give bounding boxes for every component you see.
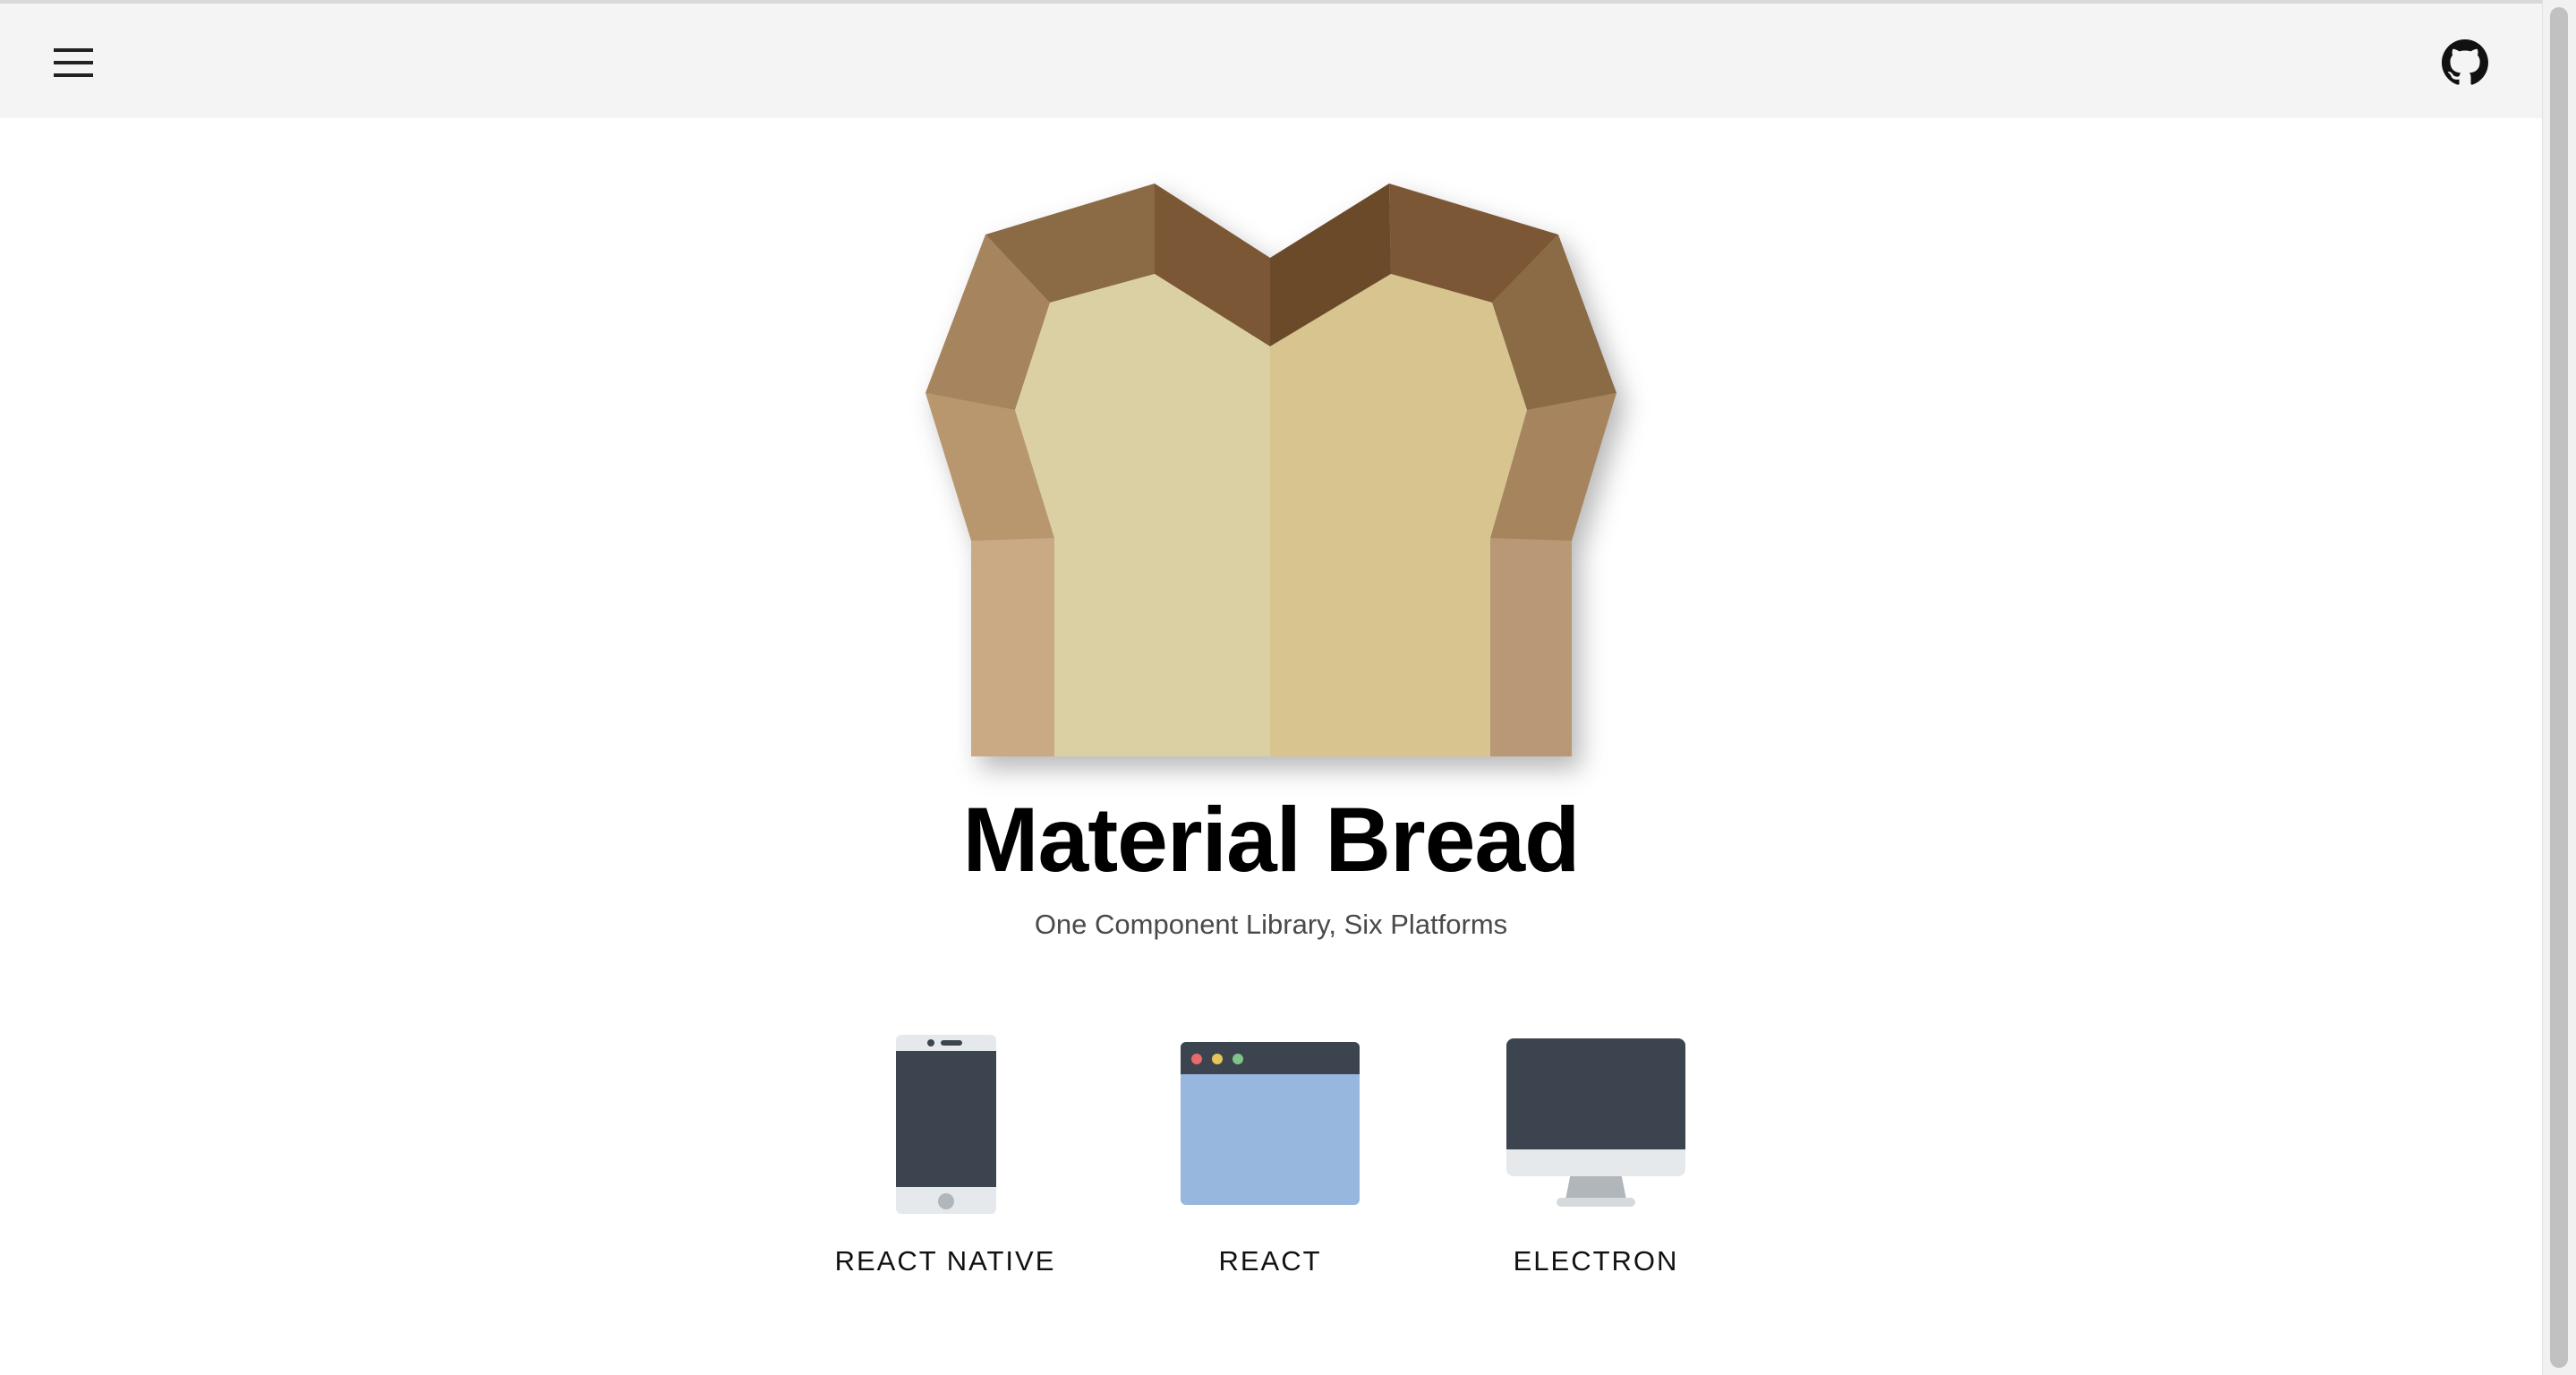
hamburger-menu-icon [54, 48, 93, 77]
scrollbar-thumb[interactable] [2550, 7, 2568, 1368]
platform-label-electron: ELECTRON [1513, 1245, 1679, 1277]
platform-list: REACT NATIVE REACT ELECTRON [0, 1028, 2542, 1296]
menu-button[interactable] [45, 34, 102, 91]
page-title: Material Bread [962, 789, 1581, 891]
platform-electron[interactable]: ELECTRON [1453, 1028, 1739, 1296]
bread-logo-icon [925, 184, 1616, 756]
page-subtitle: One Component Library, Six Platforms [1034, 909, 1508, 940]
app-bar [0, 4, 2542, 118]
material-bread-logo [922, 181, 1620, 763]
page: Material Bread One Component Library, Si… [0, 0, 2542, 1375]
platform-label-react: REACT [1218, 1245, 1322, 1277]
browser-window-icon [1181, 1042, 1360, 1205]
platform-react-native[interactable]: REACT NATIVE [802, 1028, 1088, 1296]
platform-react[interactable]: REACT [1127, 1028, 1413, 1296]
github-link[interactable] [2436, 34, 2494, 91]
github-icon [2442, 39, 2488, 85]
phone-icon [896, 1035, 996, 1214]
platform-label-react-native: REACT NATIVE [834, 1245, 1056, 1277]
desktop-monitor-icon [1506, 1038, 1685, 1207]
vertical-scrollbar[interactable] [2542, 0, 2576, 1375]
